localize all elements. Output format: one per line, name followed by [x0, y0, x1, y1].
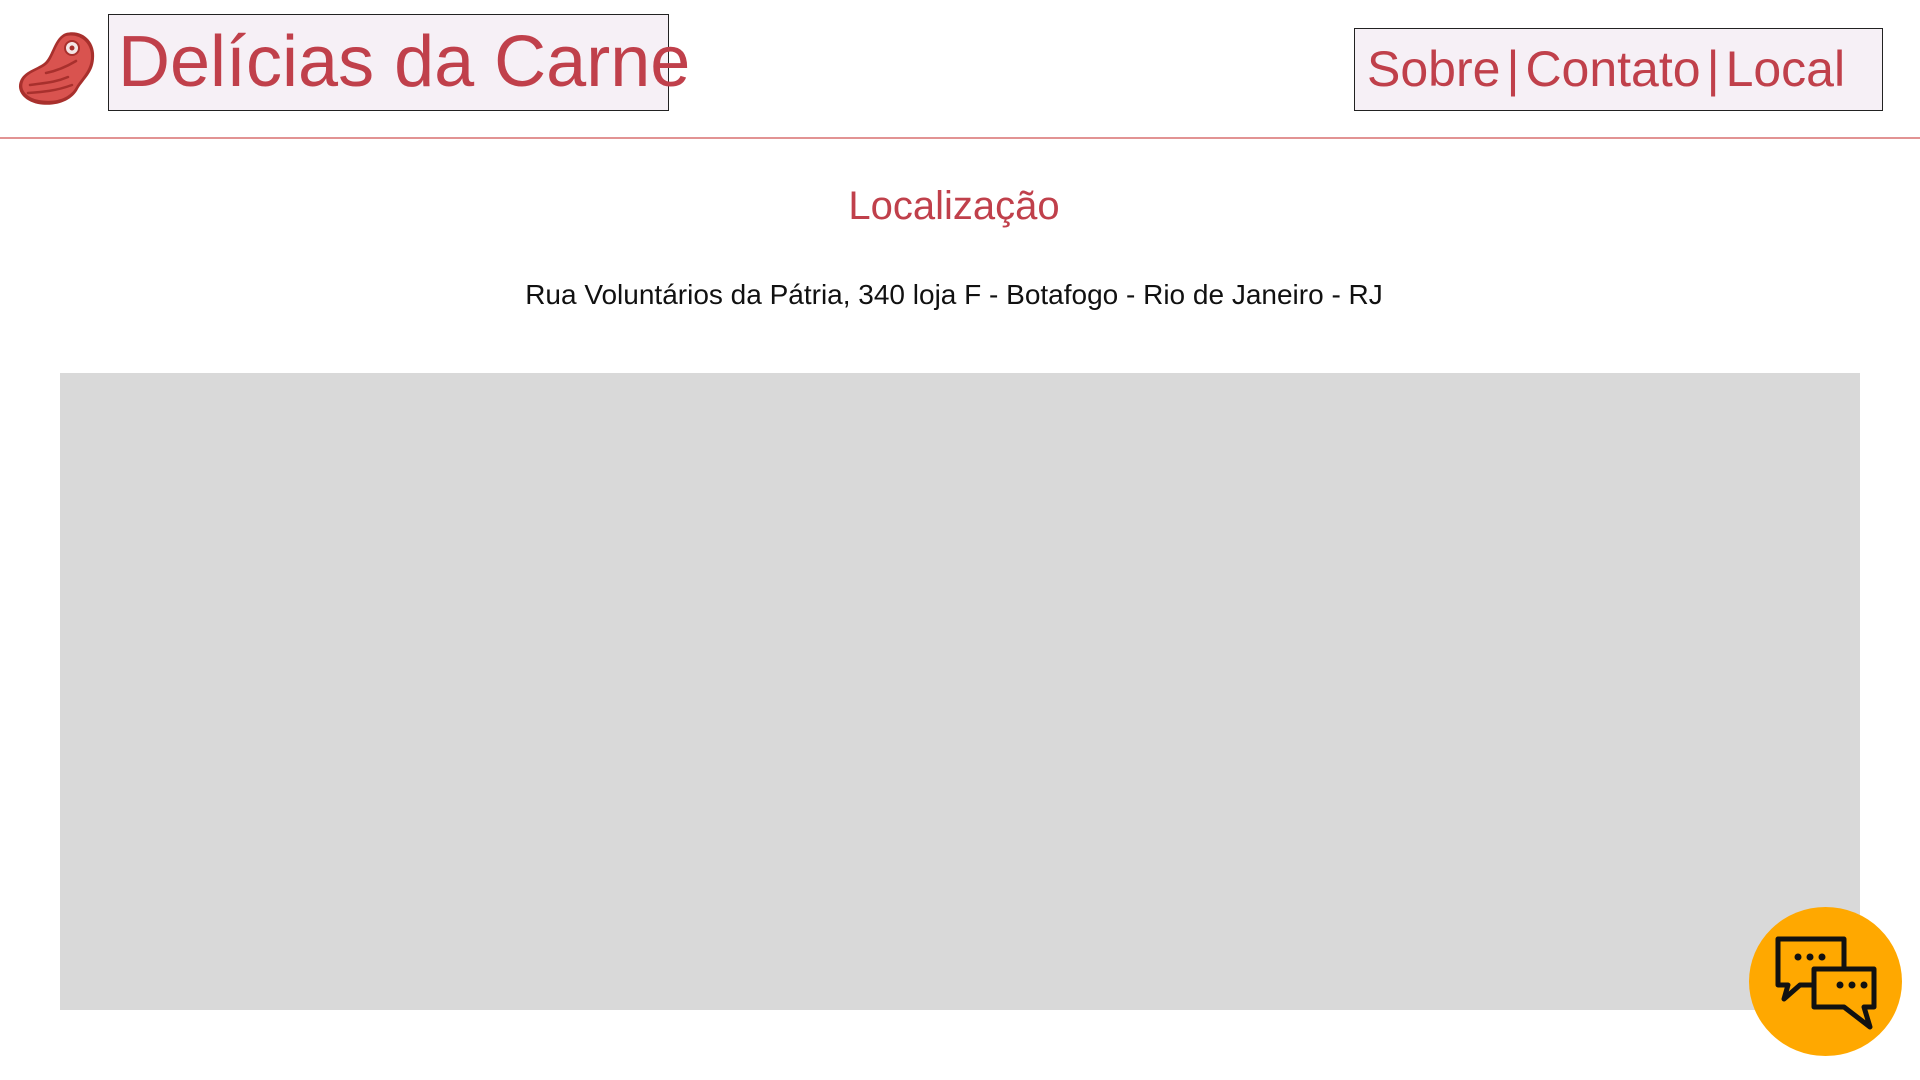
- chat-bubbles-icon: [1775, 936, 1876, 1029]
- map-placeholder[interactable]: [60, 373, 1860, 1010]
- nav-menu: Sobre | Contato | Local: [1354, 28, 1883, 111]
- site-header: Delícias da Carne Sobre | Contato | Local: [0, 0, 1920, 139]
- address-text: Rua Voluntários da Pátria, 340 loja F - …: [525, 279, 1383, 310]
- chat-button[interactable]: [1749, 907, 1902, 1056]
- nav-link-contato[interactable]: Contato: [1525, 41, 1700, 97]
- brand-title[interactable]: Delícias da Carne: [108, 14, 690, 111]
- page-title: Localização: [848, 184, 1060, 228]
- meat-steak-icon[interactable]: [16, 27, 98, 107]
- nav-link-sobre[interactable]: Sobre: [1367, 41, 1500, 97]
- nav-link-local[interactable]: Local: [1726, 41, 1846, 97]
- nav-separator: |: [1506, 41, 1520, 97]
- nav-separator: |: [1706, 41, 1720, 97]
